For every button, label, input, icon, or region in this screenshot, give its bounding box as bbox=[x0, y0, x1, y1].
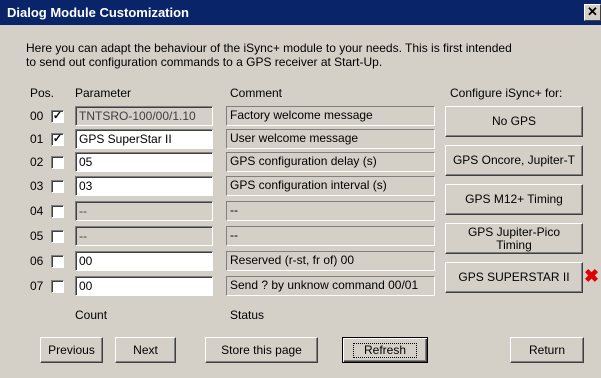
gps-m12-timing-button[interactable]: GPS M12+ Timing bbox=[445, 184, 583, 215]
row-comment-04: -- bbox=[226, 201, 435, 221]
row-checkbox-02[interactable] bbox=[51, 156, 64, 169]
row-comment-05: -- bbox=[226, 226, 435, 246]
refresh-label: Refresh bbox=[352, 342, 418, 358]
row-checkbox-01[interactable]: ✓ bbox=[51, 133, 64, 146]
jupiter-pico-label-line-1: GPS Jupiter-Pico bbox=[467, 224, 561, 239]
intro-line-1: Here you can adapt the behaviour of the … bbox=[26, 41, 512, 55]
gps-superstar-ii-button[interactable]: GPS SUPERSTAR II bbox=[445, 262, 583, 293]
selected-marker-icon: ✖ bbox=[584, 266, 600, 286]
configure-header: Configure iSync+ for: bbox=[450, 86, 563, 100]
row-comment-02: GPS configuration delay (s) bbox=[226, 152, 435, 172]
row-checkbox-00[interactable]: ✓ bbox=[51, 110, 64, 123]
close-button[interactable]: ✕ bbox=[584, 4, 601, 21]
store-this-page-button[interactable]: Store this page bbox=[205, 337, 318, 363]
row-checkbox-03[interactable] bbox=[51, 180, 64, 193]
row-checkbox-07[interactable] bbox=[51, 280, 64, 293]
row-comment-06: Reserved (r-st, fr of) 00 bbox=[226, 251, 435, 271]
return-button[interactable]: Return bbox=[510, 337, 584, 363]
row-param-01[interactable]: GPS SuperStar II bbox=[75, 129, 213, 149]
row-comment-00: Factory welcome message bbox=[226, 106, 435, 126]
intro-text: Here you can adapt the behaviour of the … bbox=[26, 41, 566, 69]
row-param-05: -- bbox=[75, 226, 213, 246]
row-param-03[interactable]: 03 bbox=[75, 176, 213, 196]
jupiter-pico-label-line-2: Timing bbox=[496, 237, 532, 252]
no-gps-button[interactable]: No GPS bbox=[445, 106, 583, 137]
row-param-02[interactable]: 05 bbox=[75, 152, 213, 172]
row-checkbox-04[interactable] bbox=[51, 205, 64, 218]
status-label: Status bbox=[230, 308, 265, 322]
next-button[interactable]: Next bbox=[115, 337, 176, 363]
row-comment-07: Send ? by unknow command 00/01 bbox=[226, 276, 435, 296]
previous-button[interactable]: Previous bbox=[40, 337, 103, 363]
dialog-window: Dialog Module Customization ✕ Here you c… bbox=[0, 0, 601, 378]
title-bar: Dialog Module Customization ✕ bbox=[0, 0, 601, 25]
count-label: Count bbox=[75, 308, 108, 322]
row-param-04: -- bbox=[75, 201, 213, 221]
gps-oncore-jupiter-t-button[interactable]: GPS Oncore, Jupiter-T bbox=[445, 145, 583, 176]
row-comment-01: User welcome message bbox=[226, 129, 435, 149]
row-param-06[interactable]: 00 bbox=[75, 251, 213, 271]
row-param-00: TNTSRO-100/00/1.10 bbox=[75, 106, 213, 126]
pos-header: Pos. bbox=[30, 86, 55, 100]
intro-line-2: to send out configuration commands to a … bbox=[26, 55, 383, 69]
row-checkbox-05[interactable] bbox=[51, 230, 64, 243]
row-param-07[interactable]: 00 bbox=[75, 276, 213, 296]
row-comment-03: GPS configuration interval (s) bbox=[226, 176, 435, 196]
parameter-header: Parameter bbox=[75, 86, 132, 100]
refresh-button[interactable]: Refresh bbox=[342, 337, 428, 363]
row-checkbox-06[interactable] bbox=[51, 255, 64, 268]
gps-jupiter-pico-timing-button[interactable]: GPS Jupiter-Pico Timing bbox=[445, 223, 583, 254]
window-title: Dialog Module Customization bbox=[7, 5, 189, 20]
comment-header: Comment bbox=[230, 86, 283, 100]
